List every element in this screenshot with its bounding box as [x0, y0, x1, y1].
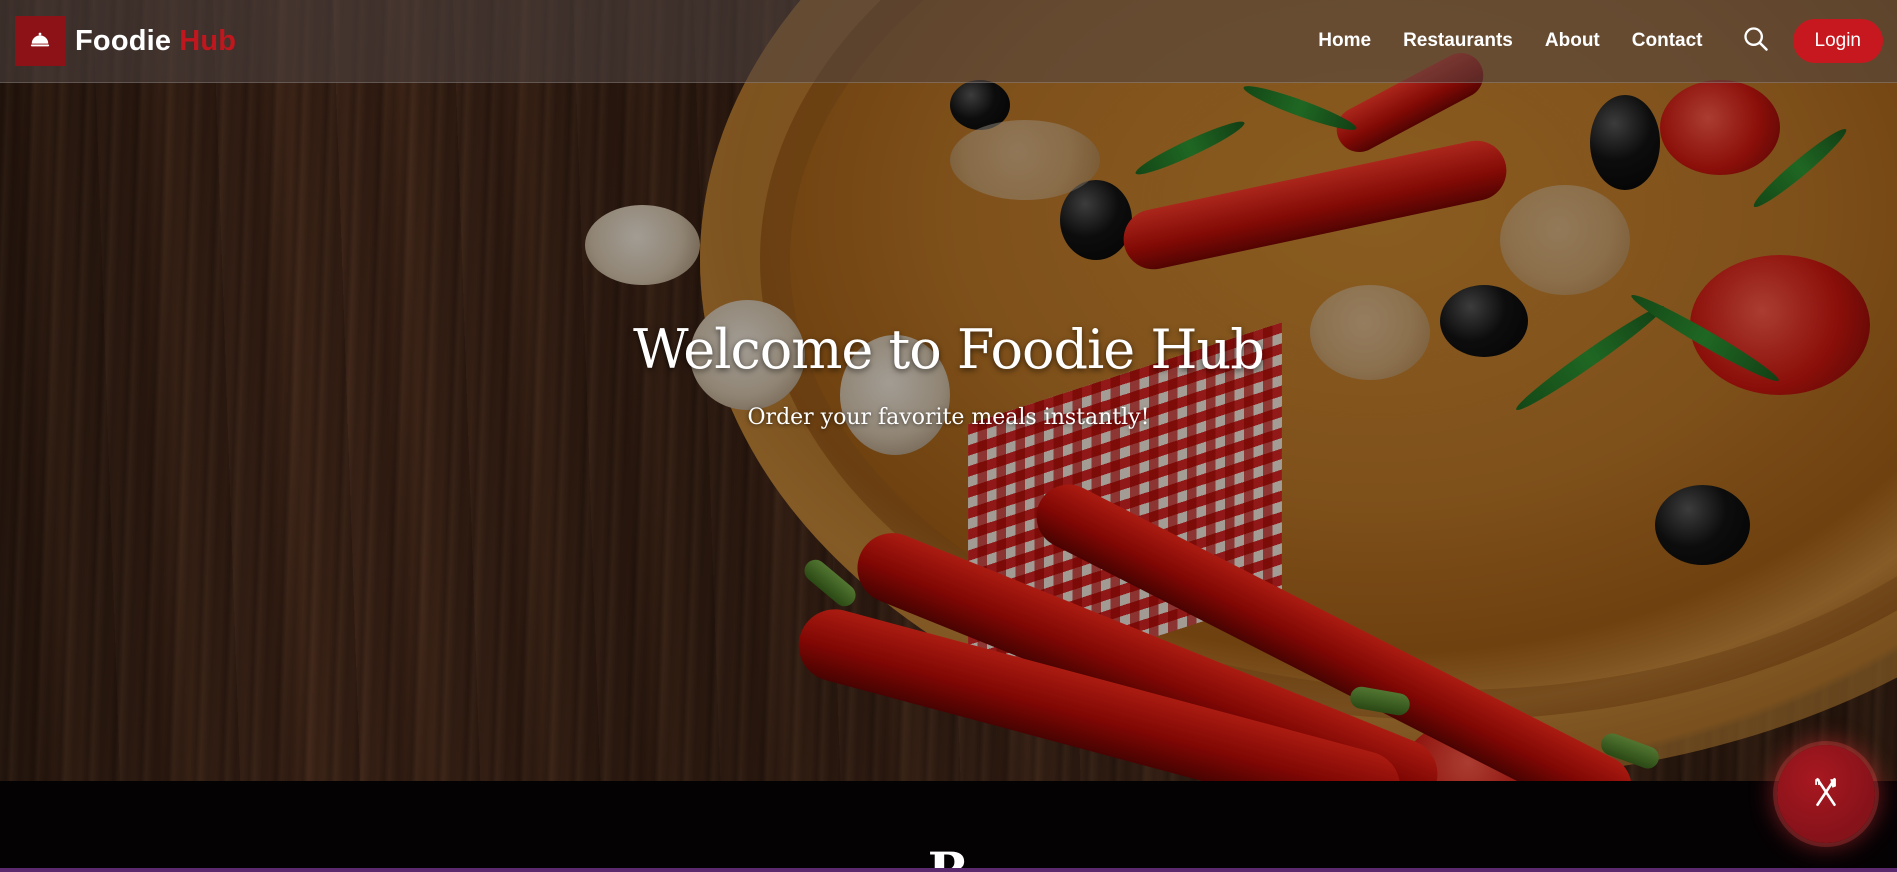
nav-link-home[interactable]: Home: [1318, 30, 1371, 52]
login-button[interactable]: Login: [1792, 19, 1883, 63]
nav-link-contact[interactable]: Contact: [1632, 30, 1703, 52]
nav-link-about[interactable]: About: [1545, 30, 1600, 52]
cloche-icon: [29, 28, 51, 55]
hero-background: [0, 0, 1897, 781]
bottom-accent-bar: [0, 868, 1897, 872]
hero-title: Welcome to Foodie Hub: [633, 318, 1265, 381]
logo[interactable]: [15, 16, 65, 66]
search-icon: [1742, 25, 1770, 58]
fork-knife-icon: [1809, 775, 1843, 814]
restaurants-section: R: [0, 781, 1897, 872]
nav-link-restaurants[interactable]: Restaurants: [1403, 30, 1513, 52]
brand-name[interactable]: Foodie Hub: [75, 25, 236, 58]
hero-subtitle: Order your favorite meals instantly!: [747, 405, 1150, 430]
brand-main: Foodie: [75, 24, 172, 57]
food-menu-fab[interactable]: [1777, 745, 1875, 843]
nav-links: Home Restaurants About Contact Login: [1302, 19, 1883, 63]
search-button[interactable]: [1739, 24, 1773, 58]
hero-overlay: [0, 0, 1897, 781]
navbar: Foodie Hub Home Restaurants About Contact…: [0, 0, 1897, 83]
brand-accent: Hub: [179, 24, 237, 57]
